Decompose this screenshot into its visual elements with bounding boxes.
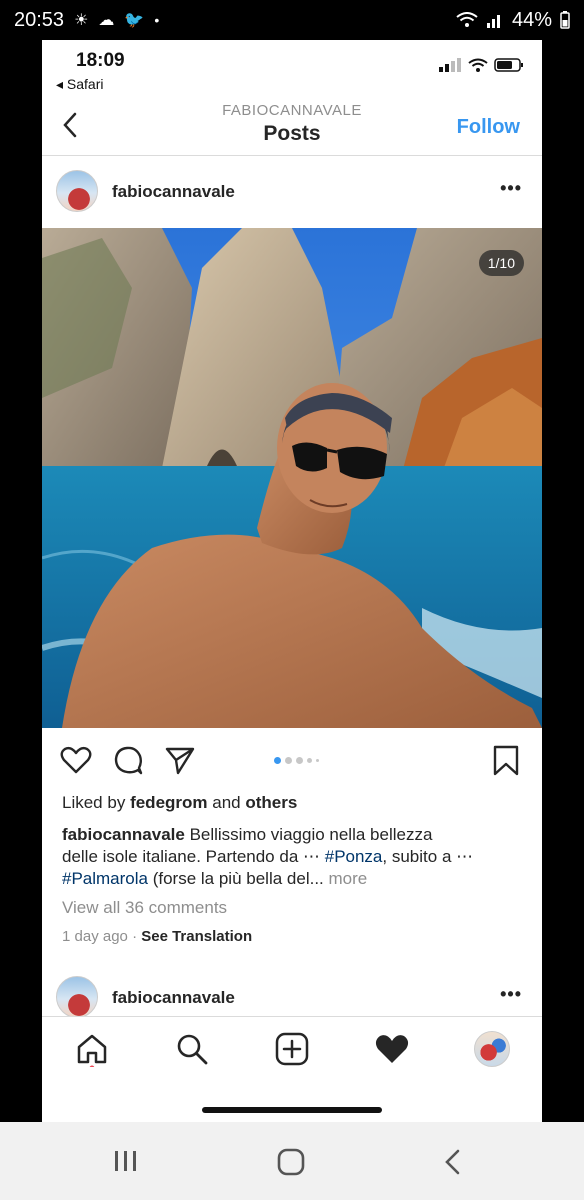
battery-percent: 44% xyxy=(511,8,552,31)
likes-connector: and xyxy=(212,793,241,812)
likes-user[interactable]: fedegrom xyxy=(130,793,207,812)
cloud-icon: ☁ xyxy=(98,12,115,29)
caption-line1: Bellissimo viaggio nella bellezza xyxy=(189,825,433,844)
caption-line3: (forse la più bella del... xyxy=(148,869,329,888)
android-status-bar: 20:53 ☀ ☁ 🐦 • 44% xyxy=(0,0,584,40)
carousel-dot xyxy=(316,759,319,762)
photo-image xyxy=(42,228,542,728)
post-photo[interactable]: 1/10 xyxy=(42,228,542,728)
ios-status-bar: 18:09 ◂ Safari xyxy=(42,40,542,98)
home-icon[interactable] xyxy=(74,1031,110,1067)
post-time: 1 day ago xyxy=(62,928,128,945)
post-username[interactable]: fabiocannavale xyxy=(112,182,235,202)
hashtag-palmarola[interactable]: #Palmarola xyxy=(62,869,148,888)
post-header: fabiocannavale ••• xyxy=(42,168,542,228)
top-nav-bar: FABIOCANNAVALE Posts Follow xyxy=(42,98,542,156)
profile-icon[interactable] xyxy=(474,1031,510,1067)
post-meta: 1 day ago · See Translation xyxy=(62,926,252,948)
avatar[interactable] xyxy=(56,170,98,212)
more-options-icon[interactable]: ••• xyxy=(500,984,522,1005)
caption-more-link[interactable]: more xyxy=(328,869,367,888)
back-to-safari[interactable]: ◂ Safari xyxy=(56,76,104,93)
carousel-dot-active xyxy=(274,757,281,764)
view-comments-link[interactable]: View all 36 comments xyxy=(62,897,227,919)
activity-icon[interactable] xyxy=(374,1031,410,1067)
likes-prefix: Liked by xyxy=(62,793,126,812)
recent-apps-icon[interactable] xyxy=(112,1148,140,1174)
hashtag-ponza[interactable]: #Ponza xyxy=(325,847,383,866)
bottom-tab-bar xyxy=(42,1016,542,1122)
ios-battery-icon xyxy=(494,58,523,72)
avatar[interactable] xyxy=(56,976,98,1018)
comment-icon[interactable] xyxy=(112,744,144,776)
signal-icon xyxy=(486,15,500,28)
caption: fabiocannavale Bellissimo viaggio nella … xyxy=(62,824,473,890)
post-actions xyxy=(42,740,542,784)
see-translation-link[interactable]: See Translation xyxy=(141,928,252,945)
carousel-dot xyxy=(285,757,292,764)
ios-time: 18:09 xyxy=(76,50,125,71)
back-app-label: Safari xyxy=(66,76,104,92)
wifi-icon xyxy=(456,12,478,27)
android-time: 20:53 xyxy=(14,8,65,31)
heart-icon[interactable] xyxy=(60,744,92,776)
caption-line2-after: , subito a ⋯ xyxy=(382,847,474,866)
likes-others[interactable]: others xyxy=(245,793,297,812)
meta-separator: · xyxy=(132,928,138,945)
caption-username[interactable]: fabiocannavale xyxy=(62,825,185,844)
search-icon[interactable] xyxy=(174,1031,210,1067)
carousel-dot xyxy=(296,757,303,764)
carousel-dots xyxy=(274,757,319,764)
share-icon[interactable] xyxy=(164,744,196,776)
ios-wifi-icon xyxy=(468,58,488,72)
notification-dot: • xyxy=(154,12,160,28)
likes-line: Liked by fedegrom and others xyxy=(62,792,297,814)
ios-signal-icon xyxy=(439,58,461,72)
home-indicator xyxy=(202,1107,382,1113)
android-nav-bar xyxy=(0,1122,584,1200)
bookmark-icon[interactable] xyxy=(490,744,522,776)
twitter-icon: 🐦 xyxy=(124,12,145,29)
carousel-dot xyxy=(307,758,312,763)
caption-line2: delle isole italiane. Partendo da ⋯ xyxy=(62,847,325,866)
image-counter: 1/10 xyxy=(478,250,524,276)
home-button-icon[interactable] xyxy=(276,1148,306,1176)
instagram-screen: 18:09 ◂ Safari FABIOCANNAVALE Posts Foll… xyxy=(42,40,542,1122)
add-icon[interactable] xyxy=(274,1031,310,1067)
android-back-icon[interactable] xyxy=(440,1148,466,1176)
next-post-username[interactable]: fabiocannavale xyxy=(112,988,235,1008)
battery-icon xyxy=(560,11,570,29)
follow-button[interactable]: Follow xyxy=(457,116,520,139)
more-options-icon[interactable]: ••• xyxy=(500,178,522,199)
weather-icon: ☀ xyxy=(74,12,89,29)
